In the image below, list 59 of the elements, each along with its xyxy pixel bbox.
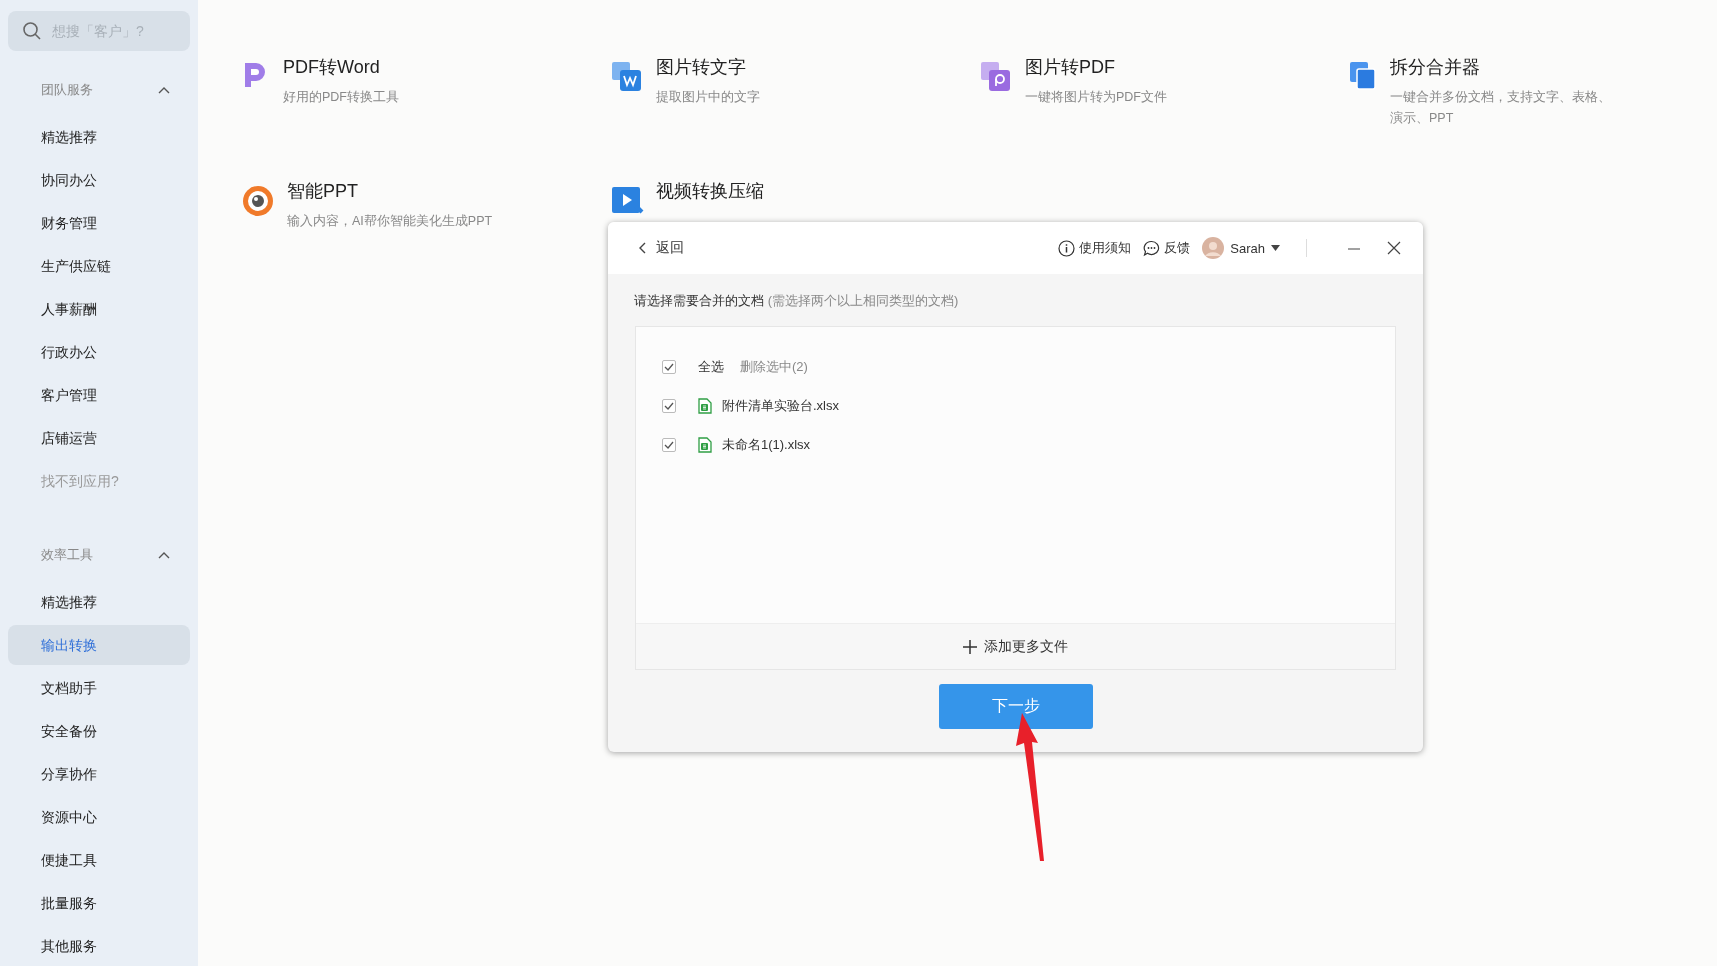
prompt-hint: (需选择两个以上相同类型的文档) <box>767 293 959 308</box>
sidebar-item[interactable]: 客户管理 <box>8 375 190 415</box>
file-name: 附件清单实验台.xlsx <box>722 396 839 415</box>
back-button[interactable]: 返回 <box>638 239 684 257</box>
sidebar-item[interactable]: 精选推荐 <box>8 582 190 622</box>
sidebar-item[interactable]: 输出转换 <box>8 625 190 665</box>
delete-selected-link[interactable]: 删除选中(2) <box>740 357 808 376</box>
eye-icon[interactable] <box>241 184 275 218</box>
sidebar-item[interactable]: 资源中心 <box>8 797 190 837</box>
spreadsheet-icon <box>698 397 712 414</box>
tool-name[interactable]: 拆分合并器 <box>1390 55 1620 79</box>
image-icon[interactable] <box>979 60 1013 94</box>
info-icon <box>1058 239 1076 257</box>
chat-icon <box>1143 239 1161 257</box>
sidebar-item[interactable]: 人事薪酬 <box>8 289 190 329</box>
tool-name[interactable]: 图片转文字 <box>656 55 886 79</box>
tool-name[interactable]: 视频转换压缩 <box>656 179 764 203</box>
sidebar-item[interactable]: 协同办公 <box>8 160 190 200</box>
sidebar-item[interactable]: 行政办公 <box>8 332 190 372</box>
copy-icon[interactable] <box>1348 60 1378 92</box>
plus-icon <box>963 639 977 654</box>
sidebar-item[interactable]: 财务管理 <box>8 203 190 243</box>
file-name: 未命名1(1).xlsx <box>722 435 811 454</box>
section-title: 团队服务 <box>41 81 93 99</box>
tool-description: 提取图片中的文字 <box>656 89 761 106</box>
checkbox[interactable] <box>662 359 676 374</box>
checkbox[interactable] <box>662 437 676 452</box>
user-menu[interactable]: Sarah <box>1202 237 1280 259</box>
tool-description: 一键合并多份文档，支持文字、表格、演示、PPT <box>1390 89 1612 127</box>
sidebar-item[interactable]: 精选推荐 <box>8 117 190 157</box>
sidebar-item[interactable]: 便捷工具 <box>8 840 190 880</box>
sidebar-item[interactable]: 分享协作 <box>8 754 190 794</box>
image-icon[interactable] <box>610 60 644 94</box>
chevron-icon[interactable] <box>158 86 170 94</box>
tool-description: 输入内容，AI帮你智能美化生成PPT <box>287 213 494 230</box>
chevron-icon[interactable] <box>158 551 170 559</box>
tool-name[interactable]: 图片转PDF <box>1025 55 1255 79</box>
sidebar-item[interactable]: 文档助手 <box>8 668 190 708</box>
spreadsheet-icon <box>698 436 712 453</box>
checkbox[interactable] <box>662 398 676 413</box>
caret-icon <box>1271 245 1280 251</box>
sidebar-item[interactable]: 其他服务 <box>8 926 190 966</box>
sidebar-item[interactable]: 批量服务 <box>8 883 190 923</box>
tool-name[interactable]: 智能PPT <box>287 179 517 203</box>
tool-description: 好用的PDF转换工具 <box>283 89 400 106</box>
select-all-label[interactable]: 全选 <box>698 357 724 376</box>
tool-description: 一键将图片转为PDF文件 <box>1025 89 1168 106</box>
help-button[interactable]: 使用须知 <box>1058 239 1132 257</box>
avatar-icon <box>1202 237 1225 259</box>
add-files-button[interactable]: 添加更多文件 <box>636 623 1395 669</box>
tool-name[interactable]: PDF转Word <box>283 55 513 79</box>
prompt-text: 请选择需要合并的文档 <box>634 293 764 308</box>
close-icon[interactable] <box>1387 241 1401 255</box>
feedback-button[interactable]: 反馈 <box>1143 239 1191 257</box>
sidebar-item[interactable]: 安全备份 <box>8 711 190 751</box>
sidebar-item[interactable]: 生产供应链 <box>8 246 190 286</box>
sidebar-item[interactable]: 店铺运营 <box>8 418 190 458</box>
section-title: 效率工具 <box>41 546 93 564</box>
back-icon <box>638 242 646 254</box>
